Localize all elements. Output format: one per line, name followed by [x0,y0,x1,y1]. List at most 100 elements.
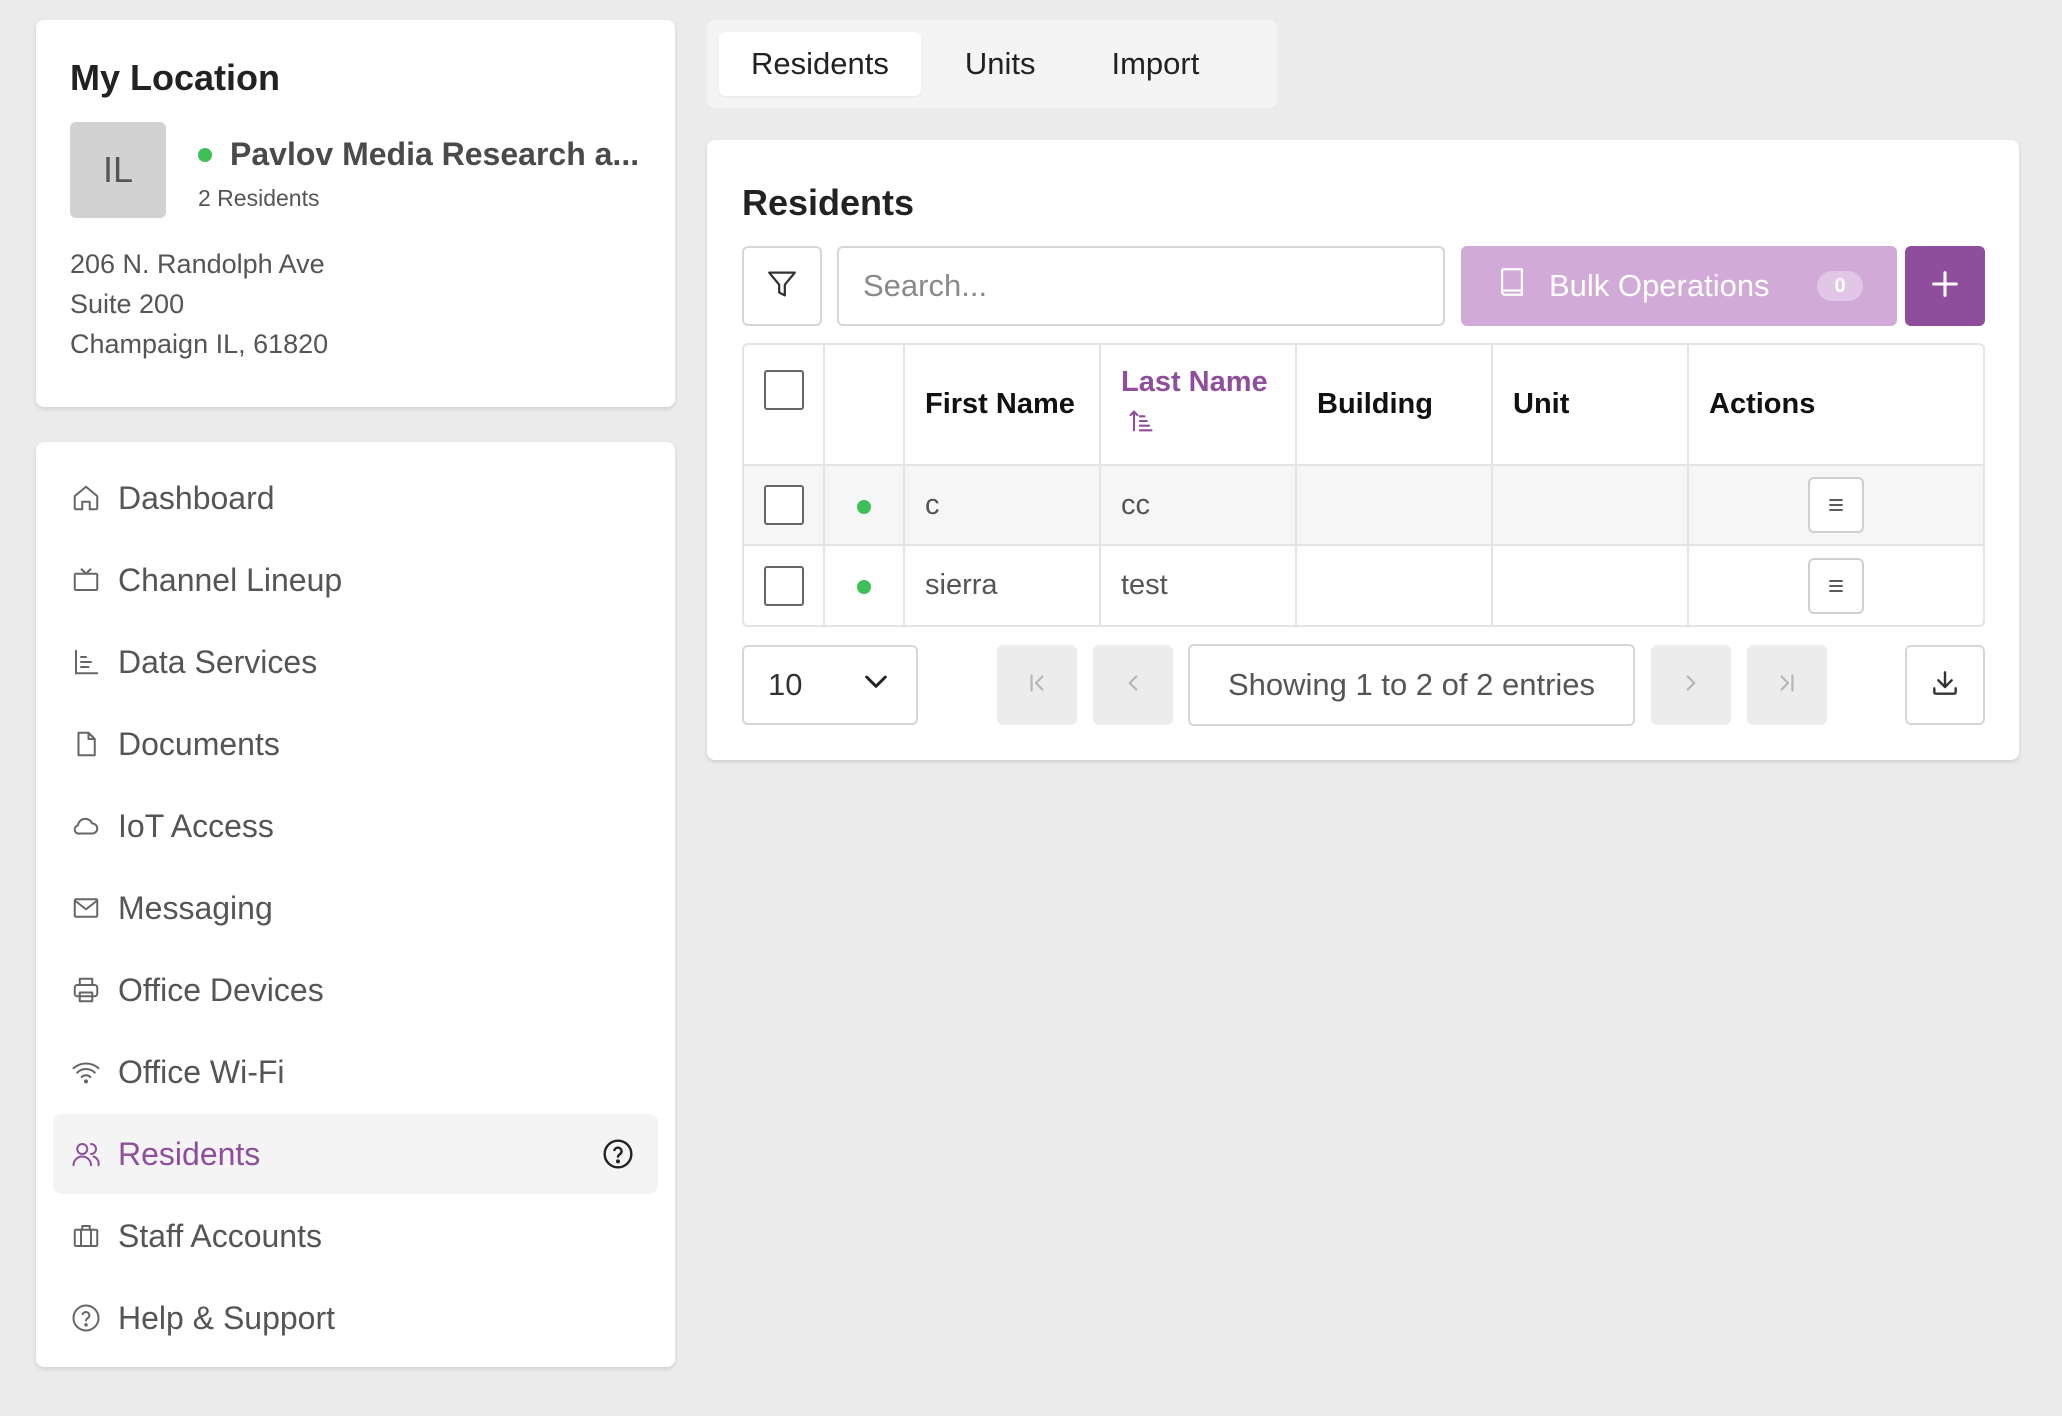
table-row[interactable]: sierra test [744,545,1983,625]
tab-import[interactable]: Import [1080,32,1232,96]
location-name: Pavlov Media Research a... [230,136,640,172]
column-header-actions: Actions [1688,345,1983,466]
sidebar-item-data-services[interactable]: Data Services [53,622,658,702]
row-actions-button[interactable] [1808,557,1864,614]
last-page-button[interactable] [1747,645,1827,725]
sidebar-item-label: Messaging [118,889,273,926]
status-dot [857,580,871,594]
sidebar-item-label: Help & Support [118,1299,336,1336]
row-checkbox[interactable] [763,485,804,525]
sidebar-item-label: Residents [118,1135,261,1172]
filter-button[interactable] [742,246,822,326]
sidebar-item-residents[interactable]: Residents [53,1114,658,1194]
column-header-building[interactable]: Building [1296,345,1493,466]
cell-last-name: test [1100,545,1297,625]
column-header-unit[interactable]: Unit [1492,345,1689,466]
residents-panel: Residents Bulk Operations 0 [707,140,2019,760]
chevron-down-icon [860,665,892,705]
location-card-title: My Location [70,57,281,98]
sidebar-item-label: Office Devices [118,971,324,1008]
first-page-icon [1024,670,1050,701]
bulk-operations-label: Bulk Operations [1549,268,1770,303]
location-summary: IL Pavlov Media Research a... 2 Resident… [70,122,641,218]
sidebar-item-dashboard[interactable]: Dashboard [53,458,658,538]
app-root: My Location IL Pavlov Media Research a..… [0,0,2062,1416]
row-actions-button[interactable] [1808,477,1864,533]
table-row[interactable]: c cc [744,465,1983,546]
menu-icon [1829,499,1843,511]
status-dot [857,499,871,514]
location-status-dot [198,147,212,162]
add-resident-button[interactable] [1905,246,1985,326]
wifi-icon [70,1056,102,1088]
tv-icon [70,564,102,596]
sidebar-item-label: Channel Lineup [118,561,343,598]
page-title: Residents [742,182,915,223]
cell-first-name: sierra [904,545,1101,625]
column-header-last-name[interactable]: Last Name [1100,345,1297,466]
cell-actions [1688,545,1983,625]
help-circle-icon[interactable] [602,1138,634,1170]
help-circle-icon [70,1302,102,1334]
bulk-operations-button[interactable]: Bulk Operations 0 [1461,246,1897,326]
row-status-cell [824,545,905,625]
filter-icon [765,267,799,306]
select-all-cell [744,345,825,466]
cloud-icon [70,810,102,842]
sidebar-item-label: Dashboard [118,479,275,516]
users-icon [70,1138,102,1170]
sidebar-item-office-wifi[interactable]: Office Wi-Fi [53,1032,658,1112]
row-status-cell [824,465,905,546]
first-page-button[interactable] [997,645,1077,725]
book-icon [1495,265,1549,307]
column-header-first-name[interactable]: First Name [904,345,1101,466]
chevron-left-icon [1120,670,1146,701]
row-checkbox[interactable] [763,565,804,606]
tab-residents[interactable]: Residents [719,32,921,96]
sidebar-item-documents[interactable]: Documents [53,704,658,784]
page-size-select[interactable]: 10 [742,645,918,725]
document-icon [70,728,102,760]
location-info: Pavlov Media Research a... 2 Residents [198,136,641,212]
row-select-cell [744,545,825,625]
plus-icon [1928,267,1962,306]
sidebar-item-channel-lineup[interactable]: Channel Lineup [53,540,658,620]
sidebar-nav: Dashboard Channel Lineup Data Services D… [36,442,675,1367]
status-column-header [824,345,905,466]
sidebar-item-label: IoT Access [118,807,274,844]
location-name-row: Pavlov Media Research a... [198,136,641,173]
row-select-cell [744,465,825,546]
location-avatar: IL [70,122,166,218]
bulk-count-badge: 0 [1817,271,1863,301]
sidebar-item-messaging[interactable]: Messaging [53,868,658,948]
sidebar-item-office-devices[interactable]: Office Devices [53,950,658,1030]
sidebar-item-staff-accounts[interactable]: Staff Accounts [53,1196,658,1276]
select-all-checkbox[interactable] [763,370,804,411]
location-card: My Location IL Pavlov Media Research a..… [36,20,675,407]
last-page-icon [1774,670,1800,701]
column-header-label: Last Name [1121,366,1268,398]
table-header-row: First Name Last Name Building Unit Actio… [744,345,1983,466]
address-line-2: Suite 200 [70,289,185,319]
sidebar-item-help-support[interactable]: Help & Support [53,1278,658,1358]
next-page-button[interactable] [1651,645,1731,725]
mail-icon [70,892,102,924]
previous-page-button[interactable] [1093,645,1173,725]
sidebar-item-label: Office Wi-Fi [118,1053,285,1090]
cell-unit [1492,545,1689,625]
pagination-info: Showing 1 to 2 of 2 entries [1188,644,1635,726]
briefcase-icon [70,1220,102,1252]
sidebar-item-iot-access[interactable]: IoT Access [53,786,658,866]
menu-icon [1829,579,1843,592]
sidebar-item-label: Data Services [118,643,318,680]
search-input[interactable] [837,246,1445,326]
tab-bar: Residents Units Import [707,20,1277,108]
sidebar-item-label: Documents [118,725,280,762]
cell-first-name: c [904,465,1101,546]
download-button[interactable] [1905,645,1985,725]
printer-icon [70,974,102,1006]
cell-building [1296,465,1493,546]
tab-units[interactable]: Units [933,32,1068,96]
cell-last-name: cc [1100,465,1297,546]
cell-actions [1688,465,1983,546]
